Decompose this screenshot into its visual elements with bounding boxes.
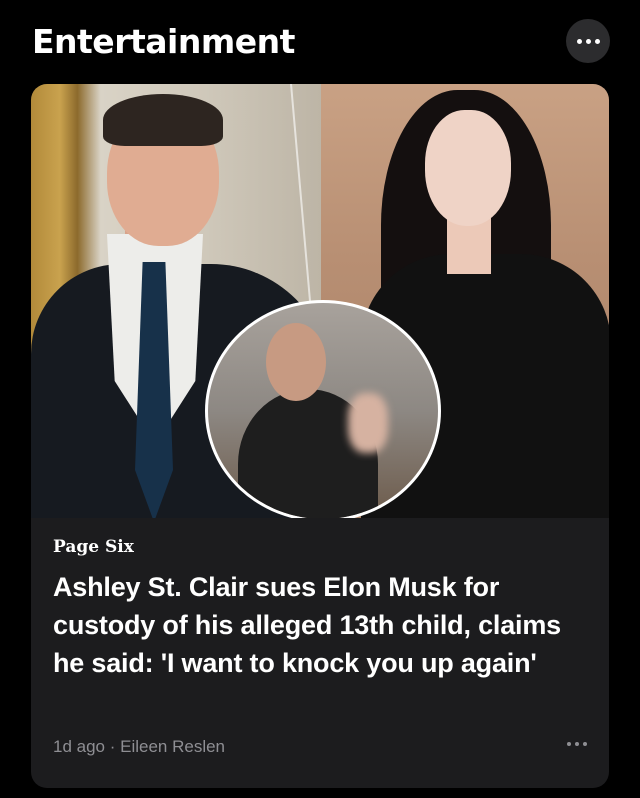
section-title: Entertainment bbox=[32, 22, 295, 61]
news-card[interactable]: Page Six Ashley St. Clair sues Elon Musk… bbox=[31, 84, 609, 788]
article-meta: 1d ago · Eileen Reslen bbox=[53, 736, 225, 758]
ellipsis-icon bbox=[567, 742, 571, 746]
article-image[interactable] bbox=[31, 84, 609, 518]
ellipsis-icon bbox=[576, 38, 582, 44]
section-header: Entertainment bbox=[32, 18, 610, 70]
article-headline[interactable]: Ashley St. Clair sues Elon Musk for cust… bbox=[53, 568, 583, 682]
publisher-name[interactable]: Page Six bbox=[53, 536, 134, 558]
section-more-button[interactable] bbox=[566, 19, 610, 63]
article-author: Eileen Reslen bbox=[120, 737, 226, 756]
article-age: 1d ago bbox=[53, 737, 105, 756]
article-info: Page Six Ashley St. Clair sues Elon Musk… bbox=[31, 518, 609, 788]
hero-inset-photo bbox=[205, 300, 441, 518]
article-more-button[interactable] bbox=[567, 742, 587, 746]
meta-separator: · bbox=[105, 737, 121, 756]
